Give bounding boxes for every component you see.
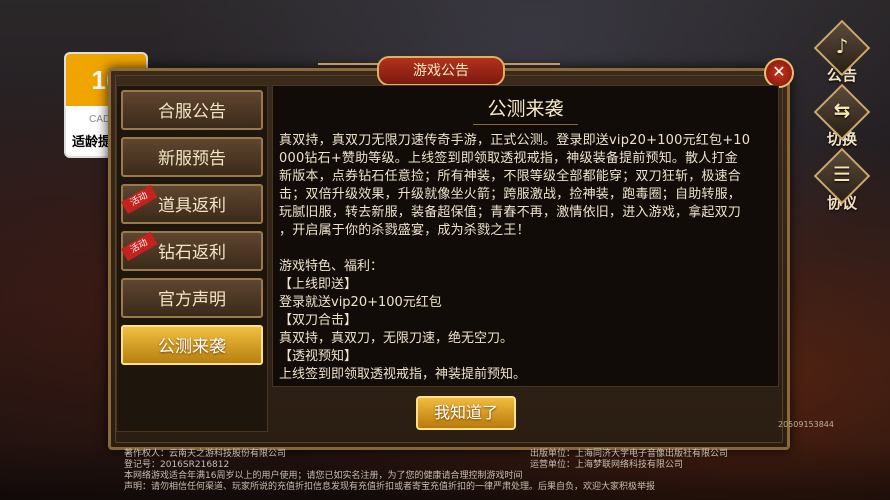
tab-label: 道具返利 bbox=[158, 196, 226, 216]
intro-line: 玩腻旧服，转去新服，装备超保值；青春不再，激情依旧，进入游戏，拿起双刀 bbox=[279, 205, 742, 220]
intro-line: 新版本，点券钻石任意捡；所有神装，不限等级全部都能穿；双刀狂斩，极速合 bbox=[279, 169, 742, 184]
feature-line: 【透视预知】 bbox=[279, 349, 358, 364]
close-icon: ✕ bbox=[772, 62, 786, 81]
feature-line: 真双持，真双刀，无限刀速，绝无空刀。 bbox=[279, 331, 514, 346]
feature-line: 【双刀合击】 bbox=[279, 313, 358, 328]
intro-line: 击；双倍升级效果，升级就像坐火箭；跨服激战，捡神装，跑毒圈；自助转服， bbox=[279, 187, 742, 202]
tab-official-statement[interactable]: 官方声明 bbox=[121, 278, 263, 318]
confirm-button[interactable]: 我知道了 bbox=[416, 396, 516, 430]
intro-line: 真双持，真双刀无限刀速传奇手游，正式公测。登录即送vip20+100元红包+10 bbox=[279, 133, 751, 148]
close-button[interactable]: ✕ bbox=[764, 58, 794, 88]
tab-label: 官方声明 bbox=[158, 290, 226, 310]
tab-item-rebate[interactable]: 活动 道具返利 bbox=[121, 184, 263, 224]
title-divider bbox=[473, 124, 578, 125]
tab-label: 公测来袭 bbox=[158, 337, 226, 357]
announcement-text: 真双持，真双刀无限刀速传奇手游，正式公测。登录即送vip20+100元红包+10… bbox=[279, 132, 772, 382]
feature-line: 上线签到即领取透视戒指，神装提前预知。 bbox=[279, 367, 527, 382]
operator-text: 运营单位：上海梦联网络科技有限公司 bbox=[530, 460, 684, 470]
tab-new-server[interactable]: 新服预告 bbox=[121, 137, 263, 177]
intro-line: 000钻石+赞助等级。上线签到即领取透视戒指，神级装备提前预知。散人打金 bbox=[279, 151, 738, 166]
content-title: 公测来袭 bbox=[487, 98, 564, 120]
event-ribbon: 活动 bbox=[121, 232, 158, 262]
statement-text: 声明：请勿相信任何渠道、玩家所说的充值折扣信息发现有充值折扣或者寄宝充值折扣的一… bbox=[124, 482, 656, 492]
feature-line: 【上线即送】 bbox=[279, 277, 358, 292]
announcement-tab-list: 合服公告 新服预告 活动 道具返利 活动 钻石返利 官方声明 公测来袭 bbox=[116, 85, 268, 432]
tab-diamond-rebate[interactable]: 活动 钻石返利 bbox=[121, 231, 263, 271]
announcement-content-panel[interactable]: 公测来袭 真双持，真双刀无限刀速传奇手游，正式公测。登录即送vip20+100元… bbox=[272, 85, 779, 387]
tab-label: 新服预告 bbox=[158, 149, 226, 169]
feature-line: 游戏特色、福利： bbox=[279, 259, 384, 274]
tab-label: 合服公告 bbox=[158, 102, 226, 122]
tab-merge-server[interactable]: 合服公告 bbox=[121, 90, 263, 130]
title-ornament-right bbox=[500, 63, 560, 75]
title-ornament-left bbox=[318, 63, 378, 75]
switch-side-button[interactable]: ⇆ 切换 bbox=[812, 83, 872, 149]
build-id: 20509153844 bbox=[778, 420, 834, 429]
intro-line: ，开启属于你的杀戮盛宴，成为杀戮之王！ bbox=[279, 223, 530, 238]
feature-line: 登录就送vip20+100元红包 bbox=[279, 295, 442, 310]
announcement-side-button[interactable]: ♪ 公告 bbox=[812, 19, 872, 85]
tab-label: 钻石返利 bbox=[158, 243, 226, 263]
dialog-title: 游戏公告 bbox=[377, 56, 505, 86]
tab-public-beta[interactable]: 公测来袭 bbox=[121, 325, 263, 365]
event-ribbon: 活动 bbox=[121, 185, 158, 215]
agreement-side-button[interactable]: ☰ 协议 bbox=[812, 147, 872, 213]
